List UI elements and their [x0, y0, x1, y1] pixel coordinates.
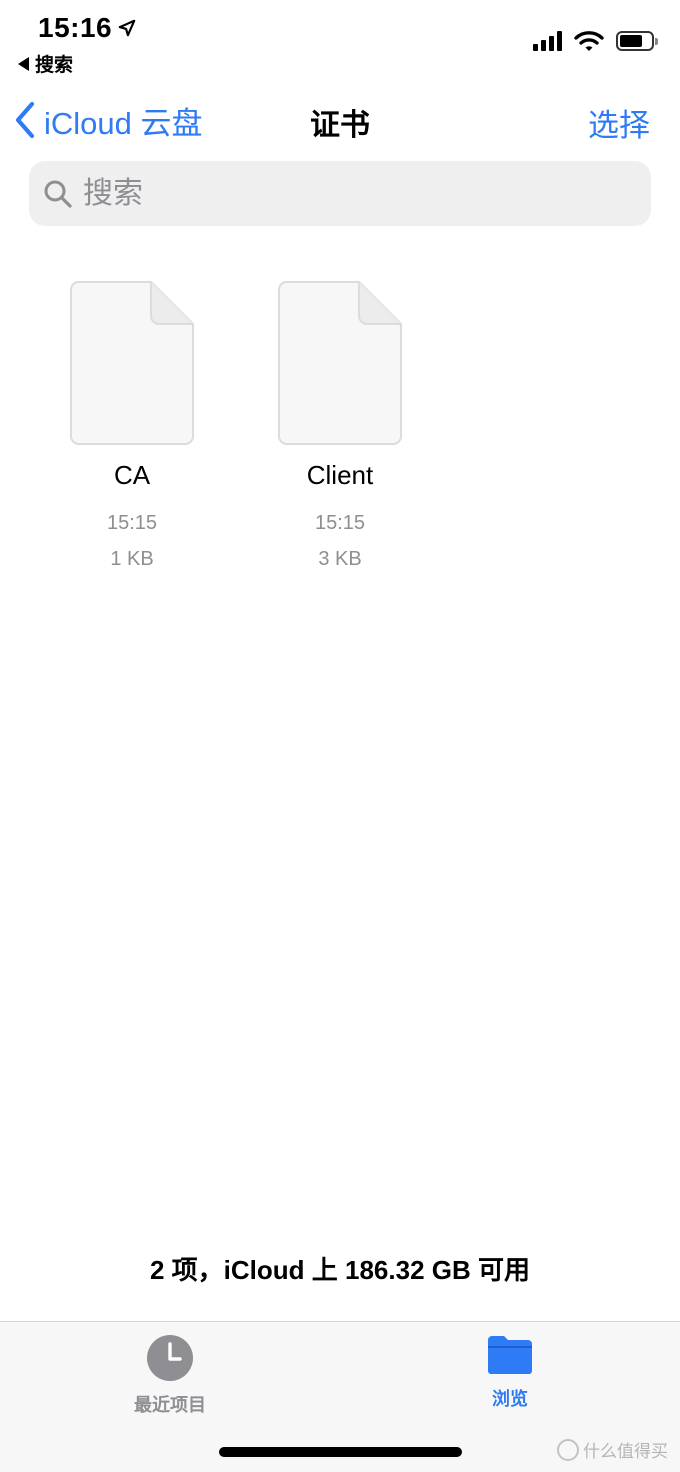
status-bar-time: 15:16: [38, 12, 136, 44]
tab-browse[interactable]: 浏览: [430, 1334, 590, 1411]
document-icon: [70, 281, 194, 445]
back-to-app-link[interactable]: 搜索: [18, 50, 73, 77]
file-meta: 15:15 3 KB: [260, 505, 420, 577]
file-item-ca[interactable]: CA 15:15 1 KB: [52, 280, 212, 577]
file-size: 1 KB: [110, 548, 154, 570]
tab-browse-label: 浏览: [492, 1389, 528, 1409]
cellular-signal-icon: [533, 31, 562, 51]
watermark: 什么值得买: [557, 1437, 668, 1462]
folder-icon: [488, 1336, 532, 1374]
home-indicator[interactable]: [219, 1447, 462, 1457]
search-icon: [44, 180, 72, 208]
tab-recents[interactable]: 最近项目: [90, 1334, 250, 1417]
file-modified-time: 15:15: [106, 512, 158, 534]
clock-icon: [147, 1335, 193, 1381]
storage-summary: 2 项，iCloud 上 186.32 GB 可用: [150, 1255, 530, 1285]
file-name: CA: [113, 460, 151, 490]
search-input[interactable]: [83, 176, 603, 211]
back-to-app-label: 搜索: [35, 55, 74, 76]
watermark-text: 什么值得买: [583, 1442, 668, 1461]
file-size: 3 KB: [318, 548, 362, 570]
file-name: Client: [306, 460, 374, 490]
file-modified-time: 15:15: [314, 512, 366, 534]
search-bar[interactable]: [29, 161, 651, 226]
clock-text: 15:16: [38, 12, 113, 43]
tab-recents-label: 最近项目: [134, 1395, 206, 1415]
files-app-screen: 15:16 搜索 iCloud 云盘 证书 选择 搜索 CA 15:15 1 K…: [0, 0, 680, 1472]
page-title: 证书: [310, 109, 370, 142]
wifi-icon: [574, 31, 604, 51]
select-button[interactable]: 选择: [588, 100, 650, 145]
file-item-client[interactable]: Client 15:15 3 KB: [260, 280, 420, 577]
location-arrow-icon: [118, 19, 136, 37]
status-indicators: [533, 30, 658, 52]
watermark-logo-icon: [557, 1438, 579, 1461]
back-triangle-icon: [18, 56, 29, 71]
file-meta: 15:15 1 KB: [52, 505, 212, 577]
battery-icon: [616, 31, 658, 51]
document-icon: [278, 281, 402, 445]
